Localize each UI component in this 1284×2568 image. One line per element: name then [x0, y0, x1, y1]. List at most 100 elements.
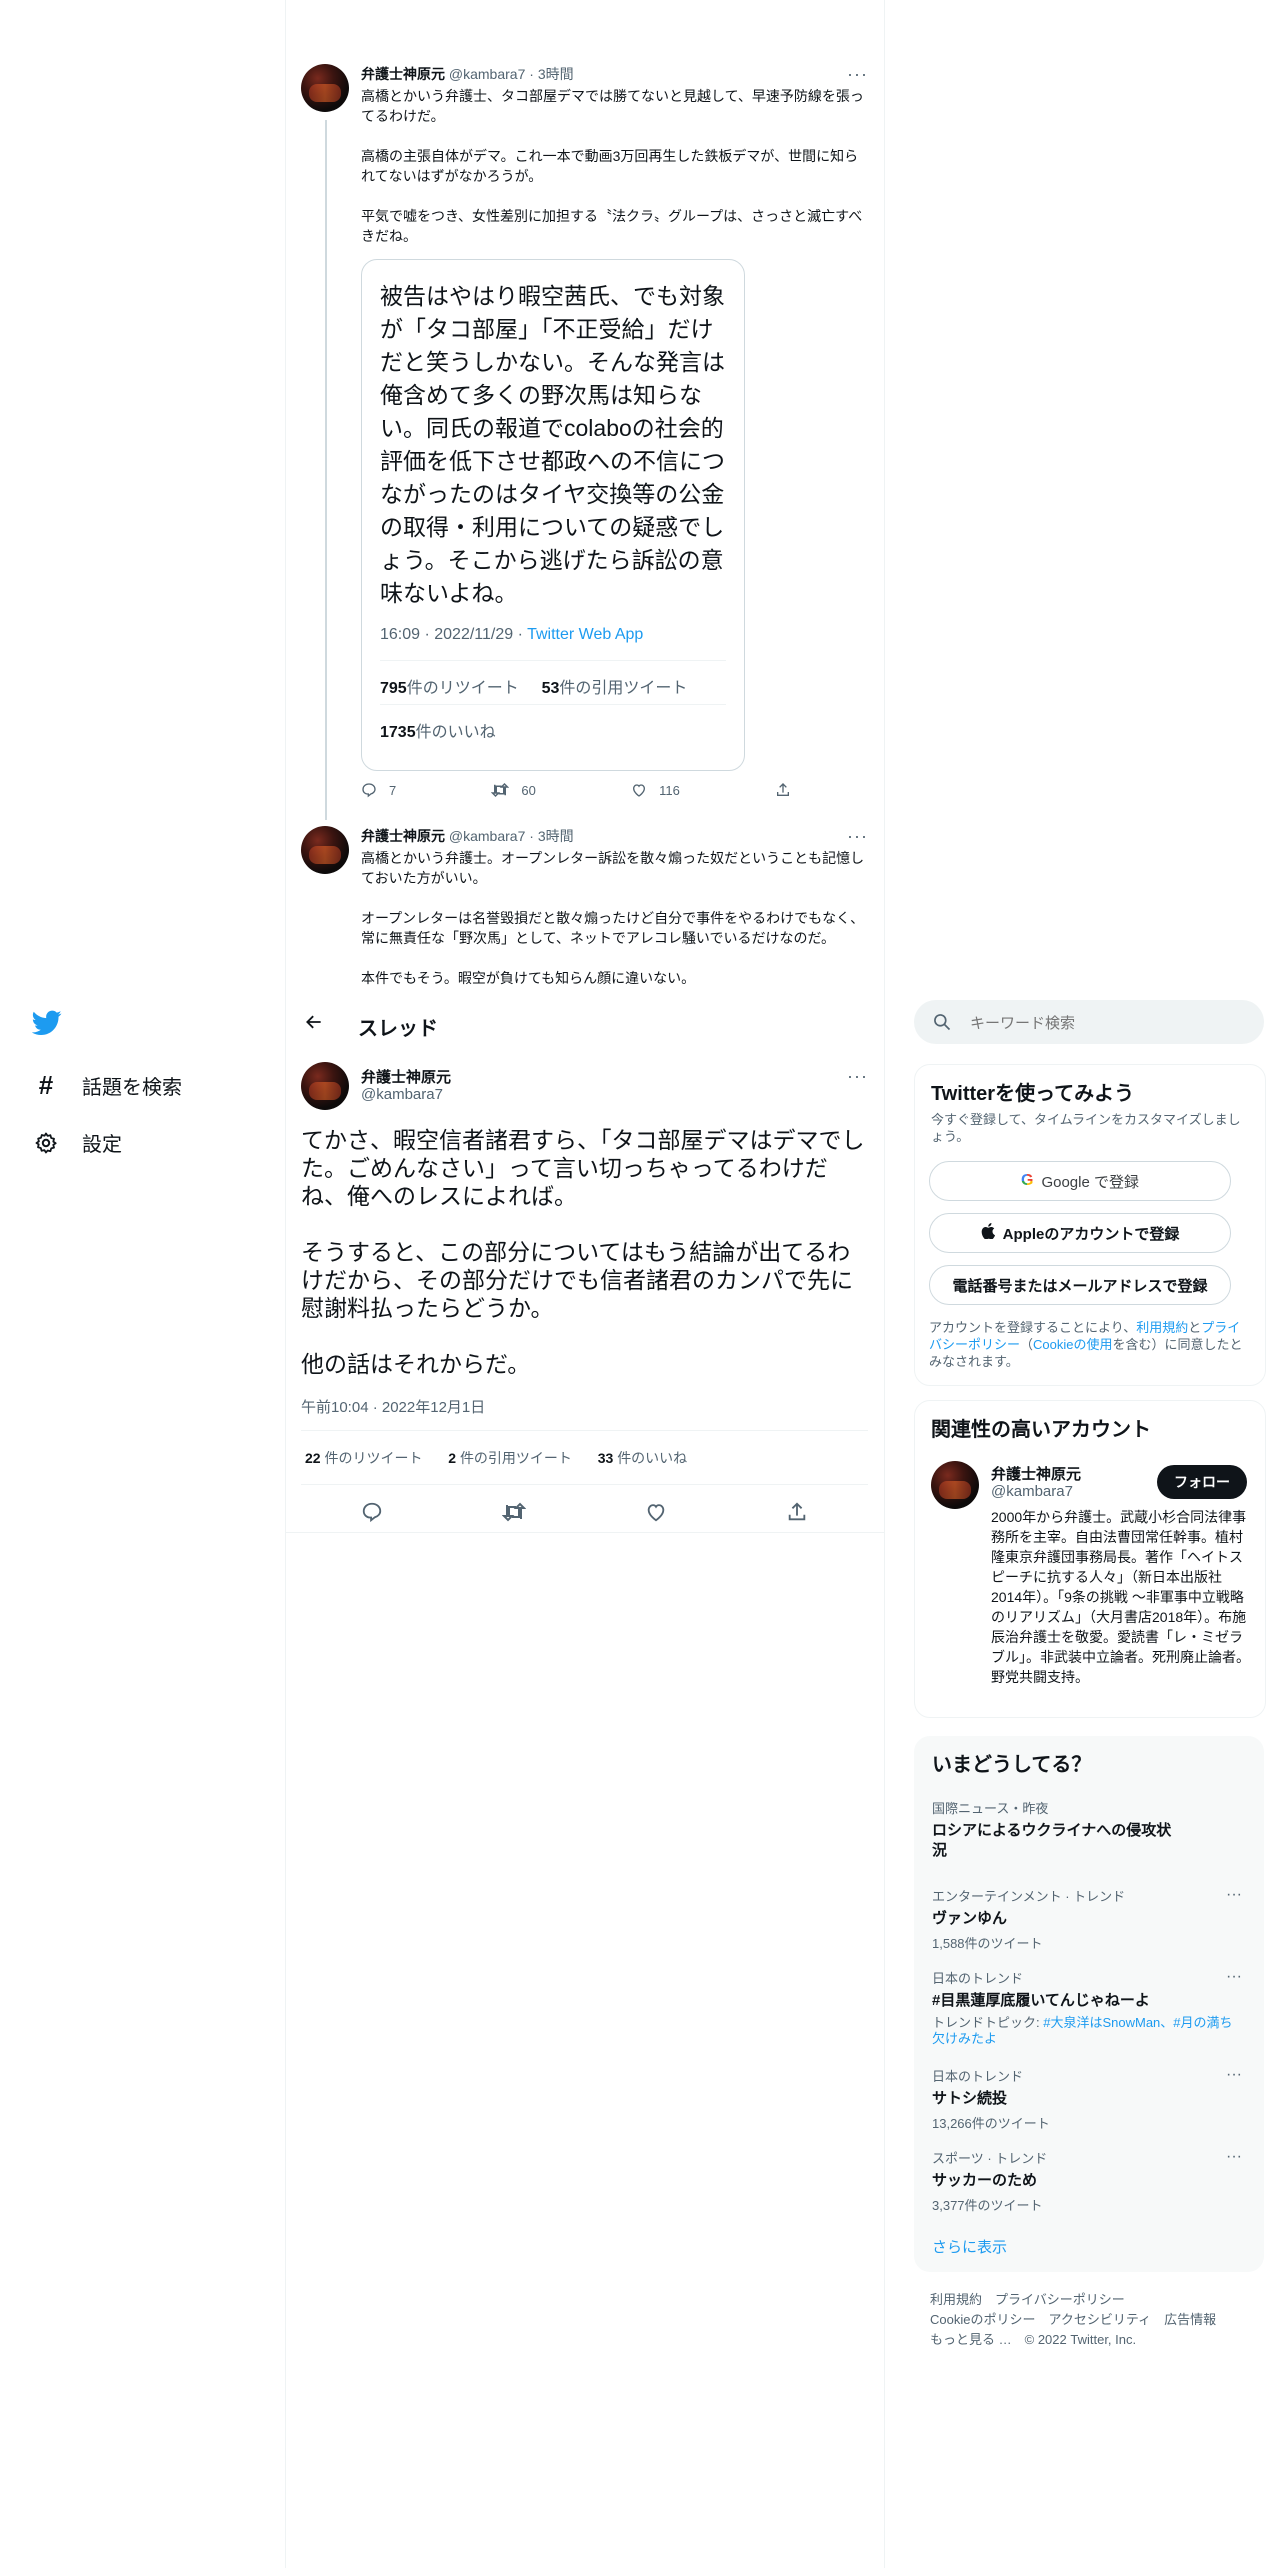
more-icon[interactable]: ··· — [1226, 2066, 1242, 2084]
trend-category: 日本のトレンド — [932, 2069, 1024, 2084]
apple-icon — [981, 1223, 995, 1243]
footer-cookie-link[interactable]: Cookieのポリシー — [930, 2312, 1035, 2327]
avatar[interactable] — [301, 1062, 349, 1110]
author-handle[interactable]: @kambara7 — [361, 1086, 443, 1104]
reply-button[interactable]: 7 — [361, 782, 396, 798]
show-more-link[interactable]: さらに表示 — [932, 2236, 1007, 2257]
footer-accessibility-link[interactable]: アクセシビリティ — [1048, 2312, 1151, 2327]
quote-count[interactable]: 2 — [448, 1450, 456, 1466]
footer-terms-link[interactable]: 利用規約 — [930, 2292, 982, 2307]
tweet-actions: 7 60 116 — [361, 782, 791, 798]
separator: · — [529, 66, 534, 82]
trend-item[interactable]: 日本のトレンド サトシ続投 13,266件のツイート ··· — [932, 2066, 1242, 2132]
nav-explore-label: 話題を検索 — [82, 1077, 182, 1099]
tweet-time[interactable]: 3時間 — [538, 66, 574, 82]
trend-title: ロシアによるウクライナへの侵攻状況 — [932, 1822, 1172, 1859]
terms-link[interactable]: 利用規約 — [1136, 1320, 1188, 1335]
more-icon[interactable]: ··· — [847, 826, 868, 847]
retweet-icon[interactable] — [501, 1502, 527, 1527]
divider — [301, 1430, 868, 1431]
author-name[interactable]: 弁護士神原元 — [361, 1066, 451, 1087]
trend-item[interactable]: スポーツ · トレンド サッカーのため 3,377件のツイート ··· — [932, 2148, 1242, 2214]
author-name[interactable]: 弁護士神原元 — [361, 828, 445, 844]
footer-copyright: © 2022 Twitter, Inc. — [1024, 2332, 1137, 2347]
trend-item[interactable]: エンターテインメント · トレンド ヴァンゆん 1,588件のツイート ··· — [932, 1886, 1242, 1952]
share-button[interactable] — [775, 782, 791, 798]
trend-title: ヴァンゆん — [932, 1910, 1008, 1927]
main-tweet-timestamp[interactable]: 午前10:04 · 2022年12月1日 — [301, 1396, 485, 1417]
tweet-text: 高橋とかいう弁護士。オープンレター訴訟を散々煽った奴だということも記憶しておいた… — [361, 850, 865, 986]
avatar[interactable] — [301, 64, 349, 112]
quote-label[interactable]: 件の引用ツイート — [460, 1450, 572, 1466]
nav-settings[interactable]: 設定 — [32, 1128, 122, 1157]
back-arrow-icon[interactable] — [304, 1012, 324, 1038]
quoted-source[interactable]: Twitter Web App — [527, 626, 643, 643]
main-tweet-actions — [301, 1494, 868, 1534]
more-icon[interactable]: ··· — [847, 64, 868, 85]
legal-text: アカウントを登録することにより、 — [929, 1320, 1137, 1335]
trend-item[interactable]: 日本のトレンド #目黒蓮厚底履いてんじゃねーよ トレンドトピック: #大泉洋はS… — [932, 1968, 1242, 2047]
retweet-count[interactable]: 22 — [305, 1450, 321, 1466]
trend-category: 国際ニュース・昨夜 — [932, 1801, 1049, 1816]
trend-count: 1,588件のツイート — [932, 1936, 1043, 1951]
retweet-label[interactable]: 件のリツイート — [324, 1450, 422, 1466]
search-input[interactable] — [968, 1010, 1252, 1036]
nav-explore[interactable]: # 話題を検索 — [32, 1070, 182, 1101]
quoted-stats-row: 795件のリツイート 53件の引用ツイート — [380, 674, 687, 698]
twitter-logo[interactable] — [31, 1010, 62, 1041]
google-signup-button[interactable]: G Google で登録 — [929, 1161, 1231, 1201]
trends-title: いまどうしてる？ — [932, 1754, 1092, 1776]
related-handle[interactable]: @kambara7 — [991, 1483, 1073, 1500]
google-icon: G — [1021, 1172, 1034, 1189]
share-icon — [777, 783, 789, 796]
avatar[interactable] — [931, 1461, 979, 1509]
divider — [301, 1484, 868, 1485]
trend-title: サッカーのため — [932, 2172, 1038, 2189]
like-label[interactable]: 件のいいね — [617, 1450, 687, 1466]
cookie-link[interactable]: Cookieの使用 — [1033, 1337, 1112, 1352]
footer-more-link[interactable]: もっと見る … — [930, 2332, 1012, 2347]
main-tweet-text: てかさ、暇空信者諸君すら、「タコ部屋デマはデマでした。ごめんなさい」って言い切っ… — [301, 1127, 865, 1377]
trend-count: 3,377件のツイート — [932, 2198, 1043, 2213]
quoted-like-count[interactable]: 1735 — [380, 724, 416, 741]
avatar[interactable] — [301, 826, 349, 874]
share-icon[interactable] — [786, 1501, 808, 1528]
more-icon[interactable]: ··· — [1226, 2148, 1242, 2166]
quoted-tweet[interactable]: 被告はやはり暇空茜氏、でも対象が「タコ部屋」「不正受給」だけだと笑うしかない。そ… — [361, 259, 745, 771]
signup-card: Twitterを使ってみよう 今すぐ登録して、タイムラインをカスタマイズしましょ… — [914, 1064, 1266, 1386]
more-icon[interactable]: ··· — [1226, 1968, 1242, 1986]
like-button[interactable]: 116 — [631, 782, 680, 798]
quoted-timestamp[interactable]: 16:09 · 2022/11/29 · — [380, 626, 527, 643]
search-bar[interactable] — [914, 1000, 1264, 1044]
quoted-quote-count[interactable]: 53 — [542, 680, 560, 697]
author-handle[interactable]: @kambara7 — [449, 828, 525, 844]
page-title: スレッド — [358, 1018, 438, 1040]
author-name[interactable]: 弁護士神原元 — [361, 66, 445, 82]
related-accounts-card: 関連性の高いアカウント 弁護士神原元 @kambara7 フォロー 2000年か… — [914, 1400, 1266, 1718]
trend-title: #目黒蓮厚底履いてんじゃねーよ — [932, 1992, 1150, 2009]
phone-signup-button[interactable]: 電話番号またはメールアドレスで登録 — [929, 1265, 1231, 1305]
reply-icon[interactable] — [361, 1501, 383, 1528]
follow-button[interactable]: フォロー — [1157, 1465, 1247, 1499]
author-handle[interactable]: @kambara7 — [449, 66, 525, 82]
more-icon[interactable]: ··· — [847, 1066, 868, 1087]
footer-privacy-link[interactable]: プライバシーポリシー — [995, 2292, 1125, 2307]
like-count[interactable]: 33 — [598, 1450, 614, 1466]
heart-icon[interactable] — [645, 1501, 667, 1528]
more-icon[interactable]: ··· — [1226, 1886, 1242, 1904]
quoted-retweet-count[interactable]: 795 — [380, 680, 407, 697]
like-count: 116 — [659, 782, 680, 798]
apple-signup-button[interactable]: Appleのアカウントで登録 — [929, 1213, 1231, 1253]
reply-count: 7 — [389, 782, 397, 798]
retweet-button[interactable]: 60 — [491, 782, 536, 798]
heart-icon — [633, 784, 646, 797]
trend-count: 13,266件のツイート — [932, 2116, 1050, 2131]
related-name[interactable]: 弁護士神原元 — [991, 1463, 1081, 1484]
trend-title: サトシ続投 — [932, 2090, 1008, 2107]
tweet-time[interactable]: 3時間 — [538, 828, 574, 844]
separator: · — [529, 828, 534, 844]
quoted-retweet-label: 件のリツイート — [406, 680, 519, 697]
trend-item[interactable]: 国際ニュース・昨夜 ロシアによるウクライナへの侵攻状況 — [932, 1798, 1242, 1861]
thread-header: スレッド — [286, 1000, 884, 1052]
footer-ads-link[interactable]: 広告情報 — [1164, 2312, 1216, 2327]
